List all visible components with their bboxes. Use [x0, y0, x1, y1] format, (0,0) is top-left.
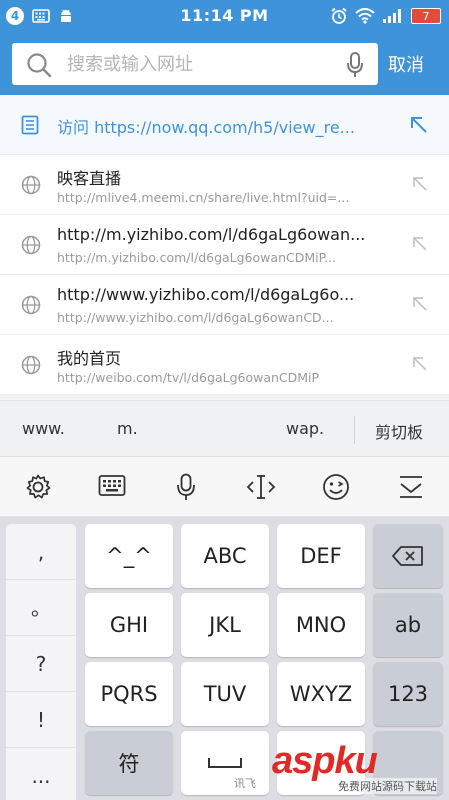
tuv-key[interactable]: TUV	[181, 662, 269, 726]
item-url: http://weibo.com/tv/l/d6gaLg6owanCDMiP	[57, 370, 320, 385]
fill-arrow-icon[interactable]	[411, 175, 429, 193]
globe-icon	[21, 295, 41, 315]
watermark-caption: 免费网站源码下载站	[338, 778, 437, 794]
list-item[interactable]: http://www.yizhibo.com/l/d6gaLg6o... htt…	[0, 275, 449, 335]
cancel-button[interactable]: 取消	[388, 51, 424, 77]
clipboard-button[interactable]: 剪切板	[375, 419, 423, 443]
punct-ellipsis[interactable]: ...	[6, 748, 76, 800]
divider	[354, 416, 355, 444]
list-item[interactable]: 映客直播 http://mlive4.meemi.cn/share/live.h…	[0, 155, 449, 215]
status-right: 7	[330, 7, 441, 25]
fill-arrow-icon[interactable]	[411, 355, 429, 373]
wap-key[interactable]: wap.	[286, 419, 324, 438]
jkl-key[interactable]: JKL	[181, 593, 269, 657]
wifi-icon	[355, 8, 375, 24]
emoji-icon[interactable]	[322, 473, 350, 501]
keyboard-icon[interactable]	[98, 473, 126, 499]
fill-arrow-icon[interactable]	[409, 115, 429, 135]
microphone-icon[interactable]	[176, 473, 196, 501]
punctuation-column: , 。 ? ! ...	[6, 524, 76, 800]
item-url: http://mlive4.meemi.cn/share/live.html?u…	[57, 190, 350, 205]
search-header: 取消	[0, 33, 449, 95]
punct-question[interactable]: ?	[6, 636, 76, 692]
punct-exclaim[interactable]: !	[6, 692, 76, 748]
fill-arrow-icon[interactable]	[411, 235, 429, 253]
www-key[interactable]: www.	[22, 419, 65, 438]
suggestion-list: 访问 https://now.qq.com/h5/view_re... 映客直播…	[0, 95, 449, 395]
status-bar: 4 11:14 PM 7	[0, 0, 449, 33]
backspace-key[interactable]	[373, 524, 443, 588]
item-url: http://m.yizhibo.com/l/d6gaLg6owanCDMiP.…	[57, 250, 337, 265]
signal-icon	[383, 9, 401, 23]
cursor-move-icon[interactable]	[246, 473, 276, 501]
document-icon	[21, 115, 39, 135]
gear-icon[interactable]	[24, 473, 52, 501]
pqrs-key[interactable]: PQRS	[85, 662, 173, 726]
battery-indicator: 7	[411, 8, 441, 24]
keyboard-toolbar	[0, 457, 449, 517]
item-title: 映客直播	[57, 169, 122, 188]
item-url: http://www.yizhibo.com/l/d6gaLg6owanCD..…	[57, 310, 334, 325]
list-item[interactable]: http://m.yizhibo.com/l/d6gaLg6owan... ht…	[0, 215, 449, 275]
number-key[interactable]: 123	[373, 662, 443, 726]
item-title: http://www.yizhibo.com/l/d6gaLg6o...	[57, 285, 355, 304]
watermark-logo: aspku	[272, 740, 378, 782]
hide-keyboard-icon[interactable]	[398, 473, 424, 501]
backspace-icon	[392, 546, 423, 566]
fill-arrow-icon[interactable]	[411, 295, 429, 313]
ab-key[interactable]: ab	[373, 593, 443, 657]
punct-period[interactable]: 。	[6, 580, 76, 636]
list-item[interactable]: 我的首页 http://weibo.com/tv/l/d6gaLg6owanCD…	[0, 335, 449, 395]
space-icon	[208, 758, 242, 768]
quick-input-bar: www. m. wap. 剪切板	[0, 400, 449, 457]
search-box[interactable]	[12, 43, 378, 85]
symbol-key[interactable]: 符	[85, 731, 173, 795]
search-input[interactable]	[67, 43, 327, 85]
microphone-icon[interactable]	[346, 52, 364, 78]
wxyz-key[interactable]: WXYZ	[277, 662, 365, 726]
abc-key[interactable]: ABC	[181, 524, 269, 588]
punct-comma[interactable]: ,	[6, 524, 76, 580]
alarm-icon	[331, 7, 347, 24]
t9-keypad: , 。 ? ! ... ^_^ ABC DEF GHI JKL MNO ab P…	[0, 517, 449, 800]
space-brand-label: 讯飞	[234, 777, 256, 790]
m-key[interactable]: m.	[117, 419, 138, 438]
globe-icon	[21, 175, 41, 195]
emoticon-key[interactable]: ^_^	[85, 524, 173, 588]
visit-url-row[interactable]: 访问 https://now.qq.com/h5/view_re...	[0, 95, 449, 155]
mno-key[interactable]: MNO	[277, 593, 365, 657]
visit-url-text: 访问 https://now.qq.com/h5/view_re...	[57, 118, 355, 137]
ghi-key[interactable]: GHI	[85, 593, 173, 657]
def-key[interactable]: DEF	[277, 524, 365, 588]
search-icon	[27, 53, 52, 78]
item-title: http://m.yizhibo.com/l/d6gaLg6owan...	[57, 225, 366, 244]
item-title: 我的首页	[57, 349, 122, 368]
globe-icon	[21, 355, 41, 375]
globe-icon	[21, 235, 41, 255]
